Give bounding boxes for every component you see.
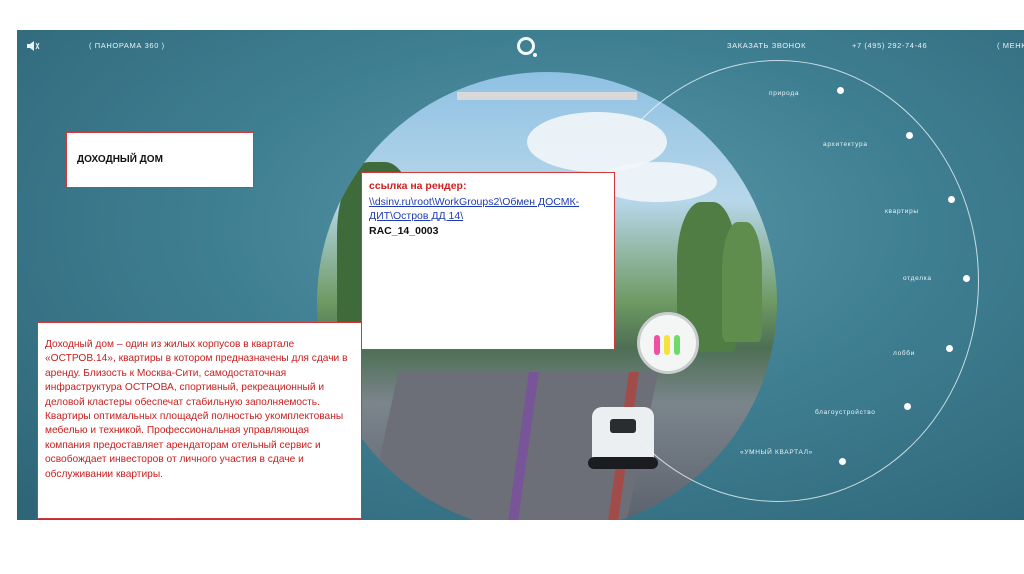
logo[interactable]: [517, 37, 537, 57]
panorama-button[interactable]: ( ПАНОРАМА 360 ): [89, 41, 165, 50]
phone-number[interactable]: +7 (495) 292-74-46: [852, 41, 927, 50]
speaker-icon[interactable]: [26, 40, 40, 52]
nav-item-nature[interactable]: природа: [769, 90, 799, 97]
top-bar: ( ПАНОРАМА 360 ) ЗАКАЗАТЬ ЗВОНОК +7 (495…: [17, 30, 1024, 64]
description-note: Доходный дом – один из жилых корпусов в …: [37, 322, 362, 519]
render-id: RAC_14_0003: [369, 225, 439, 237]
nav-dot[interactable]: [839, 458, 846, 465]
building-title: ДОХОДНЫЙ ДОМ: [77, 154, 163, 165]
description-text: Доходный дом – один из жилых корпусов в …: [45, 339, 348, 480]
nav-item-lobby[interactable]: лобби: [893, 350, 915, 357]
render-link[interactable]: \\dsinv.ru\root\WorkGroups2\Обмен ДОСМК-…: [369, 195, 609, 223]
nav-item-finishing[interactable]: отделка: [903, 275, 932, 282]
menu-button[interactable]: ( МЕНЮ: [997, 41, 1024, 50]
nav-dot[interactable]: [948, 196, 955, 203]
title-note: ДОХОДНЫЙ ДОМ: [66, 132, 254, 188]
nav-dot[interactable]: [946, 345, 953, 352]
nav-dot[interactable]: [963, 275, 970, 282]
nav-dot[interactable]: [906, 132, 913, 139]
render-link-label: ссылка на рендер:: [369, 180, 467, 192]
render-link-note: ссылка на рендер: \\dsinv.ru\root\WorkGr…: [361, 172, 615, 350]
nav-item-apartments[interactable]: квартиры: [885, 208, 919, 215]
nav-dot[interactable]: [837, 87, 844, 94]
nav-dot[interactable]: [904, 403, 911, 410]
canopy: [457, 92, 637, 100]
callback-button[interactable]: ЗАКАЗАТЬ ЗВОНОК: [727, 41, 806, 50]
nav-item-architecture[interactable]: архитектура: [823, 141, 868, 148]
nav-item-smart-quarter[interactable]: «УМНЫЙ КВАРТАЛ»: [740, 449, 813, 456]
nav-item-landscaping[interactable]: благоустройство: [815, 409, 876, 416]
